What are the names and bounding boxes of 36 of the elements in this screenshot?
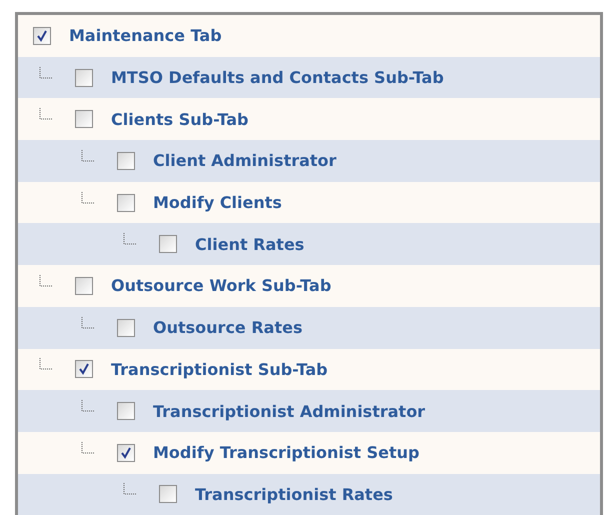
tree-connector-icon	[39, 358, 53, 370]
checkbox[interactable]	[75, 110, 93, 128]
tree-item-label[interactable]: Outsource Work Sub-Tab	[111, 276, 332, 296]
checkbox[interactable]	[33, 26, 51, 45]
tree-connector-icon	[123, 233, 137, 246]
checkbox[interactable]	[75, 276, 93, 295]
checkmark-icon	[120, 446, 132, 459]
tree-item-label[interactable]: Client Rates	[195, 234, 304, 254]
checkbox[interactable]	[117, 444, 135, 462]
checkbox[interactable]	[159, 485, 177, 504]
tree-item-label[interactable]: Modify Transcriptionist Setup	[153, 443, 420, 462]
tree-connector-icon	[81, 442, 95, 454]
checkmark-icon	[78, 363, 90, 376]
checkbox[interactable]	[117, 152, 135, 170]
tree-connector-icon	[81, 192, 95, 204]
tree-item-label[interactable]: Maintenance Tab	[69, 26, 222, 46]
tree-item-label[interactable]: Client Administrator	[153, 151, 336, 170]
checkmark-icon	[36, 30, 48, 42]
tree-connector-icon	[81, 150, 95, 162]
tree-connector-icon	[39, 274, 53, 287]
tree-connector-icon	[39, 108, 53, 120]
checkbox[interactable]	[117, 318, 135, 337]
tree-item-label[interactable]: Clients Sub-Tab	[111, 110, 248, 129]
checkbox[interactable]	[117, 402, 135, 420]
checkbox[interactable]	[159, 235, 177, 254]
tree-item-label[interactable]: Modify Clients	[153, 193, 282, 212]
tree-item-label[interactable]: Transcriptionist Rates	[195, 484, 393, 504]
checkbox[interactable]	[75, 360, 93, 378]
tree-item-label[interactable]: Transcriptionist Sub-Tab	[111, 360, 328, 379]
tree-connector-icon	[81, 400, 95, 412]
checkbox[interactable]	[75, 68, 93, 87]
checkbox[interactable]	[117, 194, 135, 212]
tree-item-label[interactable]: Outsource Rates	[153, 318, 302, 338]
tree-connector-icon	[39, 66, 53, 79]
tree-connector-icon	[123, 483, 137, 496]
tree-connector-icon	[81, 316, 95, 329]
